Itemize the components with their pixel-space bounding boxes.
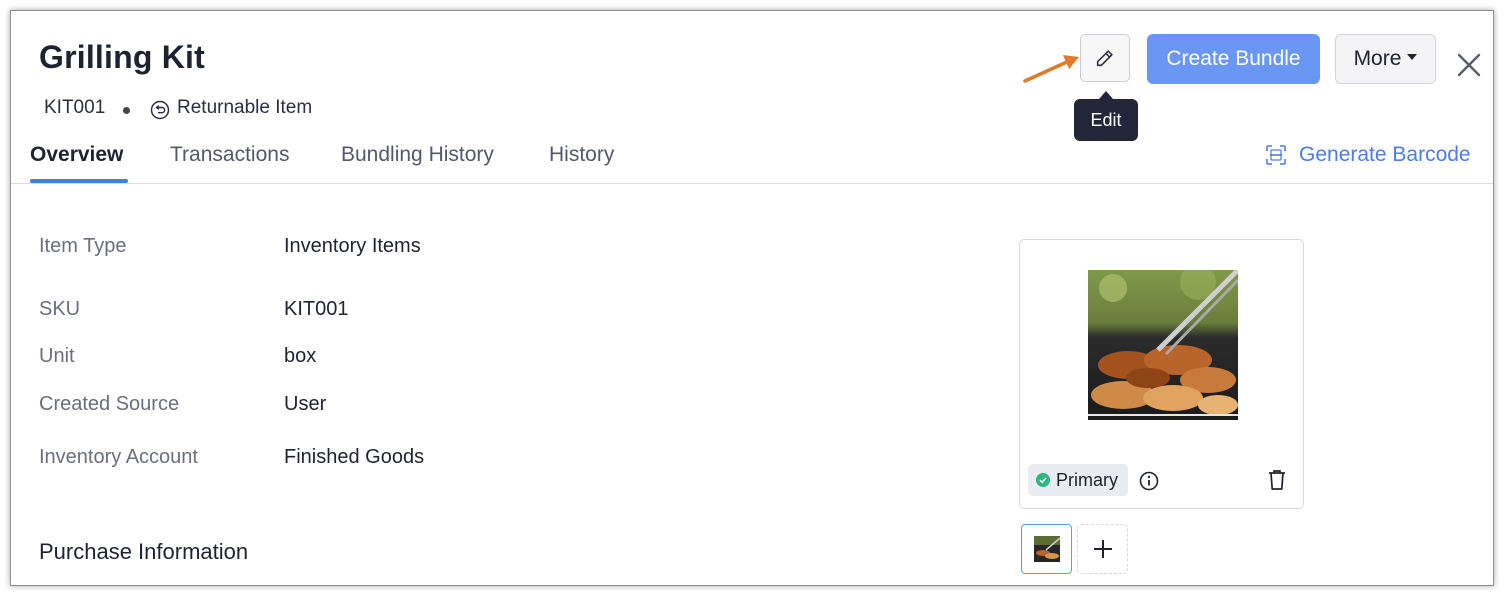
tab-history[interactable]: History	[549, 143, 614, 167]
detail-value-sku: KIT001	[284, 298, 349, 320]
tab-overview[interactable]: Overview	[30, 143, 123, 167]
check-circle-icon	[1036, 473, 1050, 487]
detail-value-unit: box	[284, 345, 317, 367]
detail-value-inventory-account: Finished Goods	[284, 446, 425, 468]
plus-icon	[1093, 540, 1112, 558]
purchase-information-heading: Purchase Information	[39, 539, 249, 564]
edit-tooltip: Edit	[1074, 99, 1138, 141]
primary-badge: Primary	[1028, 464, 1128, 496]
returnable-label: Returnable Item	[177, 97, 313, 118]
active-tab-indicator	[30, 179, 128, 183]
more-dropdown-button[interactable]: More	[1335, 34, 1436, 84]
tooltip-arrow	[1099, 91, 1113, 99]
generate-barcode-label: Generate Barcode	[1299, 143, 1471, 166]
generate-barcode-link[interactable]: Generate Barcode	[1265, 143, 1471, 167]
detail-label-unit: Unit	[39, 345, 75, 367]
image-thumbnail[interactable]	[1021, 524, 1072, 574]
detail-label-sku: SKU	[39, 298, 81, 320]
tab-transactions[interactable]: Transactions	[170, 143, 289, 167]
more-label: More	[1353, 47, 1402, 70]
detail-label-item-type: Item Type	[39, 235, 127, 257]
info-icon[interactable]	[1138, 470, 1160, 492]
edit-button[interactable]	[1080, 34, 1130, 82]
tab-bar: Overview Transactions Bundling History H…	[11, 141, 1493, 184]
annotation-arrow-icon	[1023, 55, 1079, 83]
grilled-meat-photo	[1088, 270, 1238, 420]
item-sku: KIT001	[44, 97, 106, 118]
detail-value-item-type: Inventory Items	[284, 235, 421, 257]
trash-icon[interactable]	[1266, 468, 1288, 492]
detail-value-created-source: User	[284, 393, 327, 415]
detail-label-inventory-account: Inventory Account	[39, 446, 198, 468]
separator-dot	[123, 107, 130, 114]
detail-label-created-source: Created Source	[39, 393, 180, 415]
pencil-icon	[1096, 50, 1113, 67]
close-icon[interactable]	[1455, 51, 1483, 79]
thumbnail-photo	[1033, 536, 1060, 562]
create-bundle-button[interactable]: Create Bundle	[1147, 34, 1320, 84]
item-image-card: Primary	[1019, 239, 1304, 509]
return-icon	[150, 100, 170, 120]
page-title: Grilling Kit	[39, 39, 205, 75]
item-detail-panel: Grilling Kit KIT001 Returnable Item Edit…	[10, 10, 1494, 586]
primary-label: Primary	[1056, 469, 1118, 490]
add-image-button[interactable]	[1077, 524, 1128, 574]
barcode-scan-icon	[1266, 145, 1286, 165]
tab-bundling-history[interactable]: Bundling History	[341, 143, 494, 167]
caret-down-icon	[1407, 54, 1418, 60]
